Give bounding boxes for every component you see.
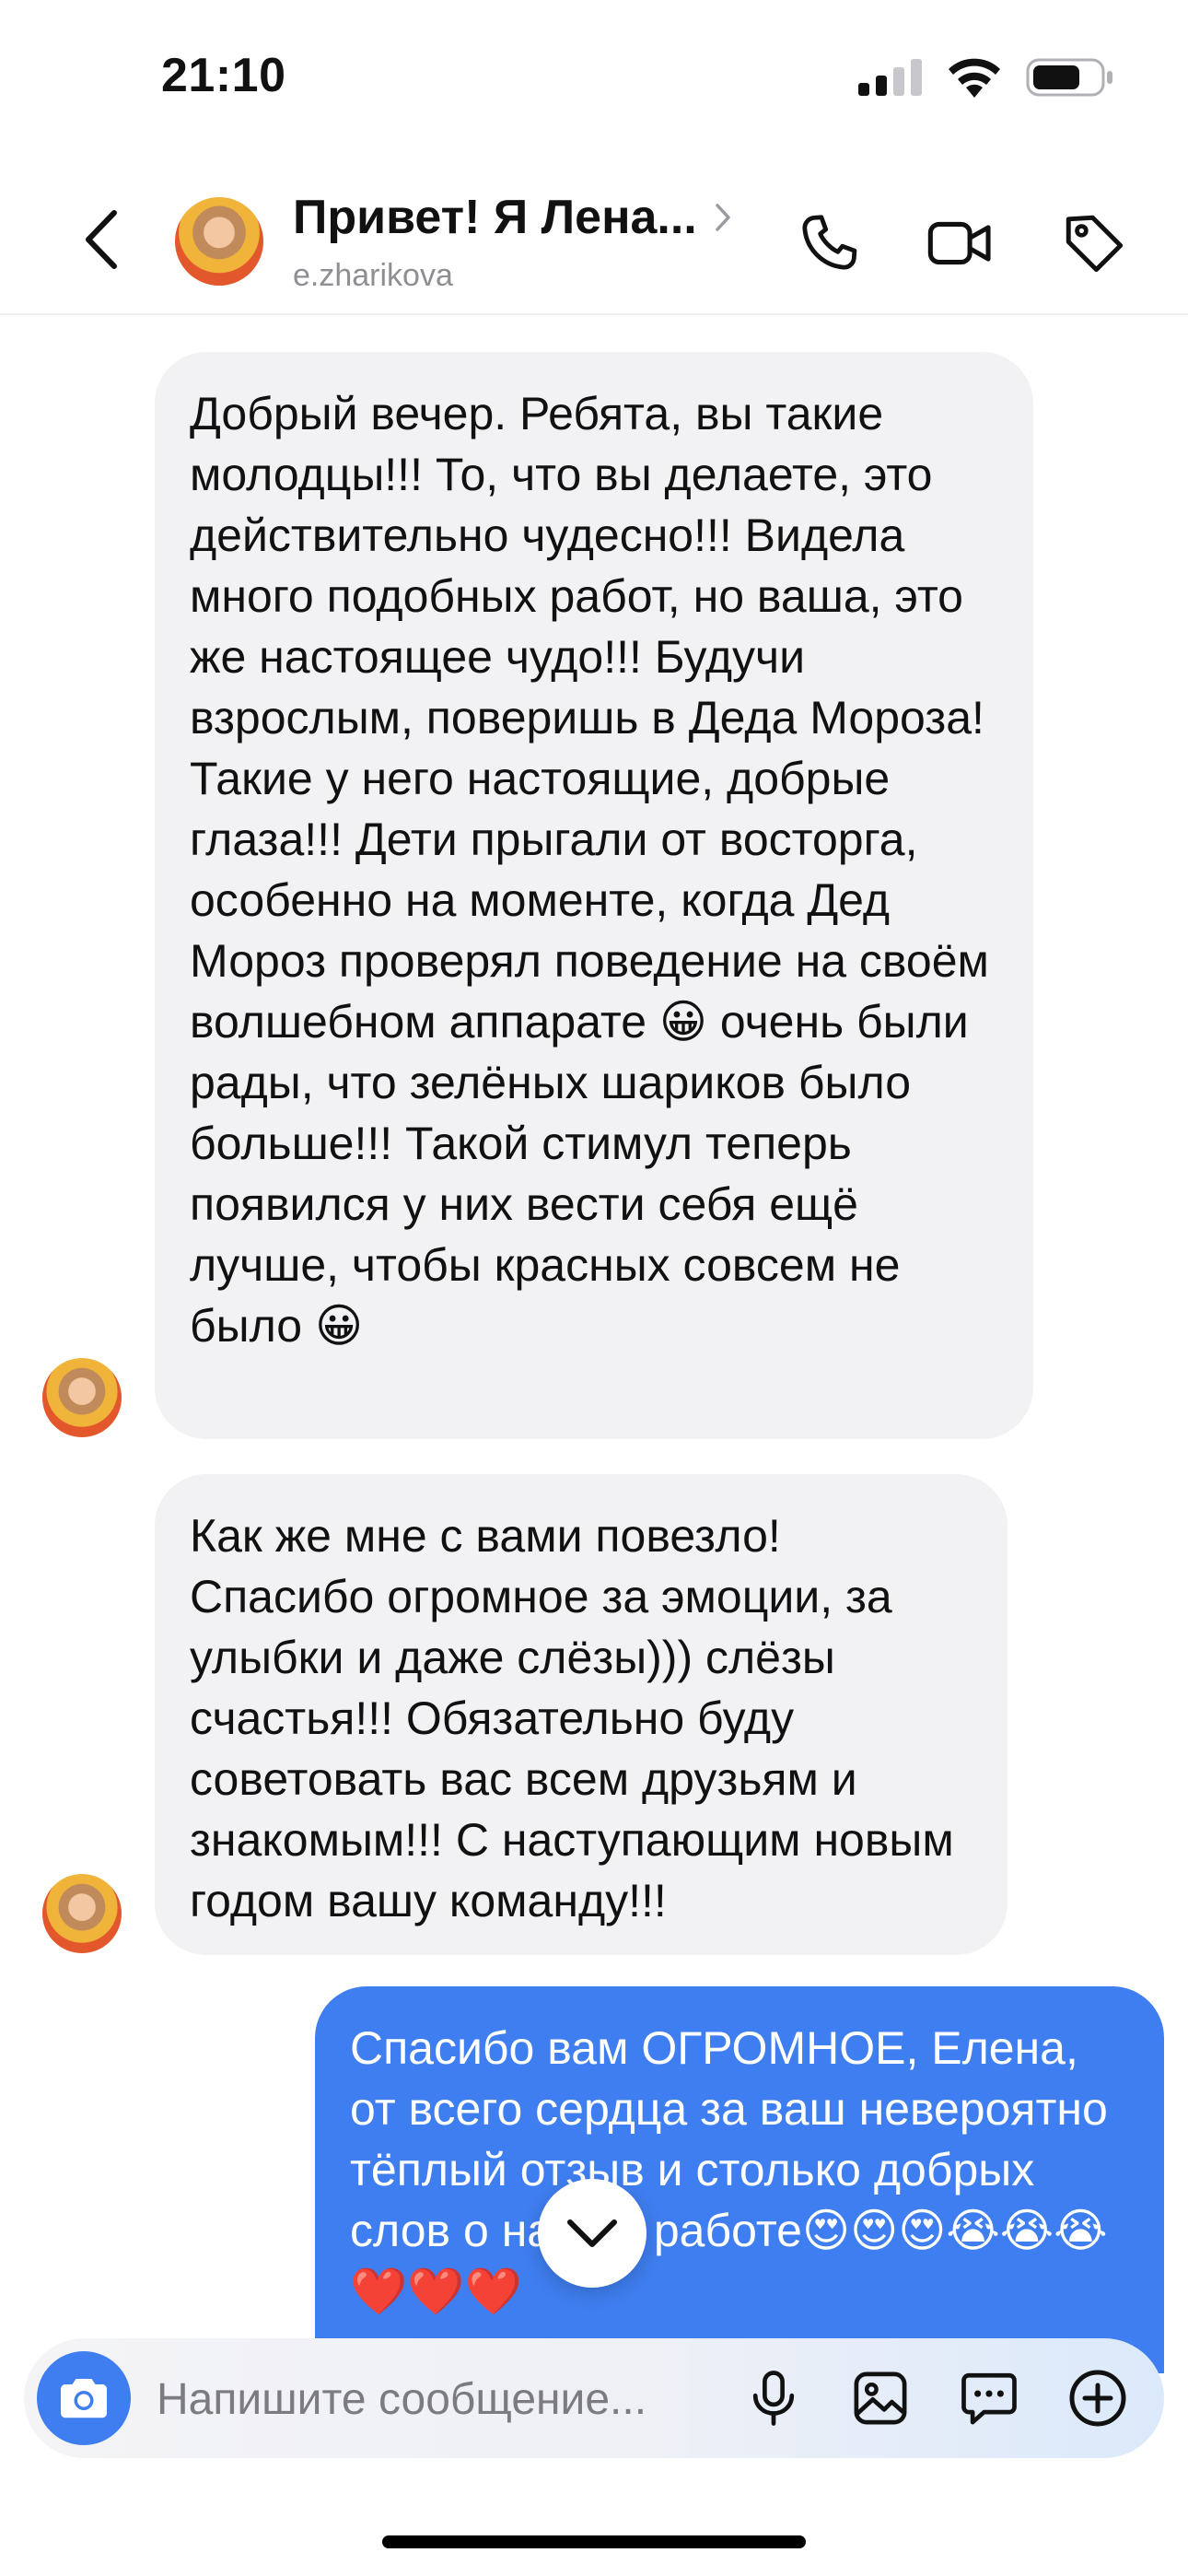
sender-avatar[interactable] <box>42 1358 122 1437</box>
phone-icon <box>802 215 857 270</box>
chat-title-block[interactable]: Привет! Я Лена... e.zharikova <box>293 190 732 294</box>
battery-icon <box>1026 58 1112 97</box>
video-call-button[interactable] <box>925 208 995 278</box>
more-options-button[interactable] <box>1063 2363 1133 2433</box>
video-camera-icon <box>927 221 991 265</box>
camera-button[interactable] <box>37 2351 131 2445</box>
voice-message-button[interactable] <box>739 2363 809 2433</box>
message-bubble-incoming[interactable]: Как же мне с вами повезло! Спасибо огром… <box>155 1474 1007 1955</box>
tag-icon <box>1066 215 1124 273</box>
microphone-icon <box>752 2371 795 2426</box>
scroll-to-bottom-button[interactable] <box>538 2179 646 2288</box>
signal-icon <box>858 59 922 96</box>
call-button[interactable] <box>794 208 864 278</box>
chat-username: e.zharikova <box>293 258 453 293</box>
chat-title: Привет! Я Лена... <box>293 191 697 244</box>
message-input[interactable] <box>155 2364 729 2434</box>
camera-icon <box>61 2379 107 2418</box>
plus-icon <box>1069 2370 1126 2427</box>
status-icons <box>856 57 1114 98</box>
image-icon <box>854 2371 907 2425</box>
chevron-down-icon <box>567 2219 617 2247</box>
wifi-icon <box>949 58 1000 98</box>
avatar[interactable] <box>175 197 263 286</box>
back-button[interactable] <box>74 203 129 276</box>
chevron-right-icon <box>716 204 730 231</box>
tag-button[interactable] <box>1059 208 1129 278</box>
sticker-icon <box>961 2372 1017 2425</box>
sticker-button[interactable] <box>954 2363 1024 2433</box>
chat-header: Привет! Я Лена... e.zharikova <box>0 166 1188 313</box>
home-indicator <box>382 2535 806 2548</box>
status-time: 21:10 <box>161 49 286 102</box>
message-composer <box>24 2338 1164 2458</box>
gallery-button[interactable] <box>845 2363 915 2433</box>
back-icon <box>86 210 117 269</box>
sender-avatar[interactable] <box>42 1874 122 1953</box>
message-bubble-incoming[interactable]: Добрый вечер. Ребята, вы такие молодцы!!… <box>155 352 1033 1439</box>
header-divider <box>0 313 1188 315</box>
message-bubble-outgoing[interactable]: Спасибо вам ОГРОМНОЕ, Елена, от всего се… <box>315 1986 1164 2373</box>
